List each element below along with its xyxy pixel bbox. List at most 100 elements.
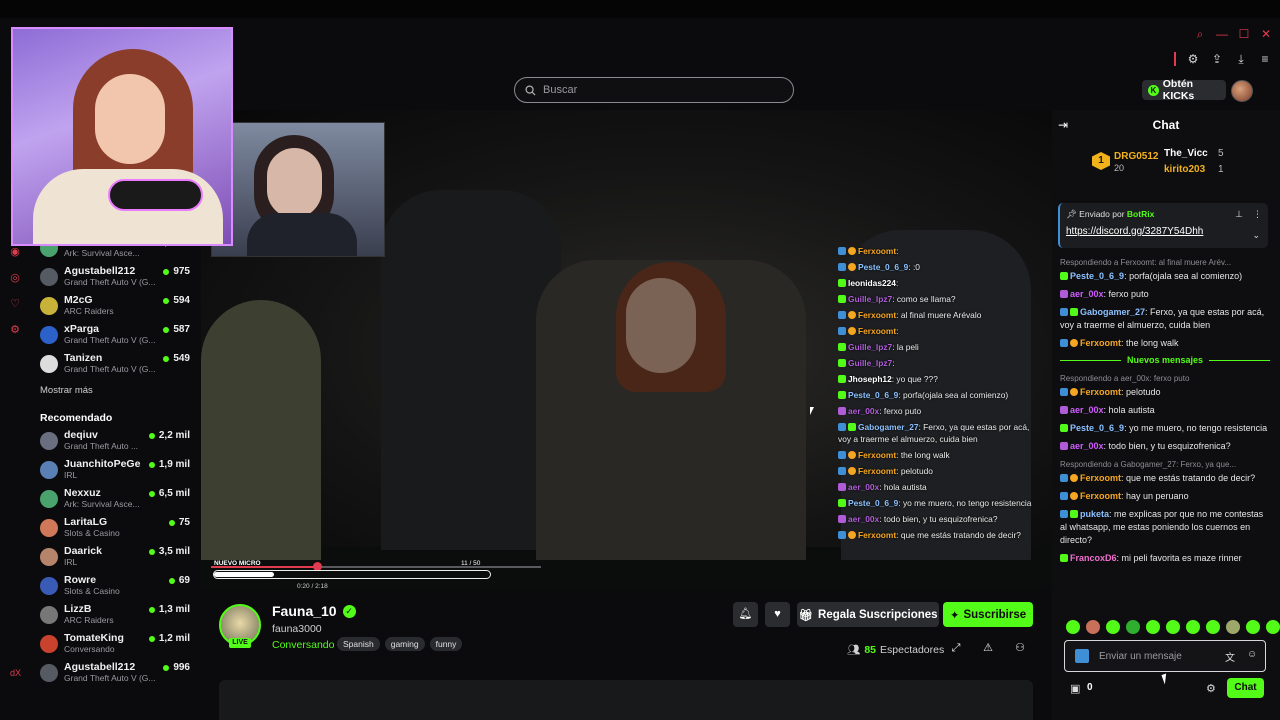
viewer-count: 594 [163, 295, 190, 306]
search-icon[interactable]: ⌕ [1194, 28, 1206, 40]
emote-icon[interactable] [1146, 620, 1160, 634]
points-icon[interactable]: ▣ [1070, 682, 1080, 695]
add-user-icon[interactable]: ⚇ [1014, 641, 1026, 655]
pinned-sender[interactable]: BotRix [1127, 209, 1154, 219]
sidebar-channel-item[interactable]: Daarick IRL 3,5 mil [40, 545, 190, 574]
leader-second-name[interactable]: The_Vicc [1164, 148, 1208, 159]
badge-icon [1070, 388, 1078, 396]
chat-input-box[interactable]: 文 ☺ [1064, 640, 1266, 672]
get-kicks-button[interactable]: K Obtén KICKs [1142, 78, 1226, 102]
overlay-chat-line: Peste_0_6_9: yo me muero, no tengo resis… [838, 497, 1038, 509]
emote-icon[interactable] [1266, 620, 1280, 634]
leader-third-name[interactable]: kirito203 [1164, 164, 1205, 175]
chat-username[interactable]: Gabogamer_27 [1080, 307, 1145, 317]
chat-username[interactable]: Ferxoomt [1080, 473, 1121, 483]
chevron-down-icon[interactable]: ⌄ [1252, 230, 1260, 241]
emote-icon[interactable] [1206, 620, 1220, 634]
channel-name[interactable]: Fauna_10 ✓ [272, 603, 356, 619]
report-icon[interactable]: ⚠ [982, 641, 994, 655]
close-icon[interactable]: ✕ [1260, 28, 1272, 40]
chat-username[interactable]: Peste_0_6_9 [1070, 271, 1124, 281]
emote-icon[interactable] [1066, 620, 1080, 634]
download-icon[interactable]: ⤓ [1234, 52, 1248, 66]
gear-icon[interactable]: ⚙ [8, 323, 22, 337]
chat-message: aer_00x: todo bien, y tu esquizofrenica? [1060, 440, 1270, 453]
maximize-icon[interactable]: ☐ [1238, 28, 1250, 40]
emote-icon[interactable] [1246, 620, 1260, 634]
reply-context[interactable]: Respondiendo a Ferxoomt: al final muere … [1060, 256, 1270, 269]
stream-category[interactable]: Conversando [272, 639, 334, 651]
tag-chip[interactable]: gaming [384, 637, 425, 651]
translate-icon[interactable]: 文 [1225, 649, 1235, 664]
sidebar-channel-item[interactable]: TomateKing Conversando 1,2 mil [40, 632, 190, 661]
sidebar-channel-item[interactable]: NexxuzArk: Survival Asce...6,5 mil [40, 487, 190, 516]
verified-icon: ✓ [342, 604, 356, 618]
show-more-link[interactable]: Mostrar más [40, 383, 190, 405]
sidebar-channel-item[interactable]: LaritaLG Slots & Casino 75 [40, 516, 190, 545]
play-icon[interactable]: ◉ [8, 245, 22, 259]
chat-username[interactable]: Peste_0_6_9 [1070, 423, 1124, 433]
emote-icon[interactable] [1106, 620, 1120, 634]
pinned-link[interactable]: https://discord.gg/3287Y54Dhh [1066, 226, 1203, 237]
search-input[interactable]: Buscar [543, 84, 577, 96]
sidebar-channel-item[interactable]: JuanchitoPeGe IRL 1,9 mil [40, 458, 190, 487]
badge-icon [848, 531, 856, 539]
chat-username[interactable]: aer_00x [1070, 405, 1104, 415]
chat-username[interactable]: aer_00x [1070, 441, 1104, 451]
chat-input[interactable] [1099, 649, 1219, 663]
chat-message: Respondiendo a Gabogamer_27: Ferxo, ya q… [1060, 458, 1270, 485]
sidebar-channel-item[interactable]: xParga Grand Theft Auto V (G... 587 [40, 323, 190, 352]
share-icon[interactable]: ⇪ [1210, 52, 1224, 66]
chat-message: Respondiendo a Ferxoomt: al final muere … [1060, 256, 1270, 283]
chat-username[interactable]: Ferxoomt [1080, 387, 1121, 397]
reply-context[interactable]: Respondiendo a aer_00x: ferxo puto [1060, 372, 1270, 385]
sidebar-channel-item[interactable]: Agustabell212 Grand Theft Auto V (G... 996 [40, 661, 190, 690]
collapse-chat-icon[interactable]: ⇥ [1058, 118, 1072, 132]
badge-icon [1060, 554, 1068, 562]
heart-icon[interactable]: ♡ [8, 297, 22, 311]
chat-username[interactable]: aer_00x [1070, 289, 1104, 299]
unpin-icon[interactable]: ⊥ [1235, 209, 1243, 220]
compass-icon[interactable]: ◎ [8, 271, 22, 285]
viewer-count: 1,3 mil [149, 604, 190, 615]
notifications-button[interactable]: 🔔︎ [733, 602, 758, 627]
emote-icon[interactable] [1226, 620, 1240, 634]
overlay-chat-line: aer_00x: todo bien, y tu esquizofrenica? [838, 513, 1038, 525]
subscribe-button[interactable]: ✦ Suscribirse [943, 602, 1033, 627]
more-icon[interactable]: ⋮ [1253, 209, 1262, 220]
recommended-heading: Recomendado [40, 412, 113, 424]
sidebar-channel-item[interactable]: Rowre Slots & Casino 69 [40, 574, 190, 603]
gift-subs-button[interactable]: 🎁︎ Regala Suscripciones [797, 602, 939, 627]
reply-context[interactable]: Respondiendo a Gabogamer_27: Ferxo, ya q… [1060, 458, 1270, 471]
follow-button[interactable]: ♥ [765, 602, 790, 627]
chat-settings-icon[interactable]: ⚙ [1206, 682, 1216, 695]
extensions-icon[interactable]: ⚙ [1186, 52, 1200, 66]
chat-username[interactable]: FrancoxD6 [1070, 553, 1117, 563]
sidebar-channel-item[interactable]: deqiuv Grand Theft Auto ... 2,2 mil [40, 429, 190, 458]
tag-chip[interactable]: Spanish [337, 637, 380, 651]
chat-username: Guille_lpz7 [848, 358, 893, 368]
chat-footer: ▣ 0 ⚙ Chat [1070, 678, 1270, 700]
menu-icon[interactable]: ≡ [1258, 52, 1272, 66]
emote-icon[interactable] [1086, 620, 1100, 634]
user-avatar[interactable] [1231, 80, 1253, 102]
share-icon[interactable]: ⤢ [950, 641, 962, 655]
send-chat-button[interactable]: Chat [1227, 678, 1264, 698]
chat-username[interactable]: Ferxoomt [1080, 338, 1121, 348]
emote-icon[interactable] [1166, 620, 1180, 634]
emote-icon[interactable] [1186, 620, 1200, 634]
sidebar-channel-item[interactable]: M2cG ARC Raiders 594 [40, 294, 190, 323]
chat-username: aer_00x [848, 514, 880, 524]
leader-first-name[interactable]: DRG0512 [1114, 151, 1158, 162]
chat-username[interactable]: Ferxoomt [1080, 491, 1121, 501]
minimize-icon[interactable]: — [1216, 28, 1228, 40]
sidebar-channel-item[interactable]: Agustabell212 Grand Theft Auto V (G... 975 [40, 265, 190, 294]
chat-username[interactable]: puketa [1080, 509, 1109, 519]
emote-icon[interactable] [1126, 620, 1140, 634]
tag-chip[interactable]: funny [429, 637, 463, 651]
sidebar-channel-item[interactable]: LizzB ARC Raiders 1,3 mil [40, 603, 190, 632]
search-bar[interactable]: Buscar [514, 77, 794, 103]
sidebar-channel-item[interactable]: Tanizen Grand Theft Auto V (G... 549 [40, 352, 190, 381]
badge-icon [1060, 272, 1068, 280]
emoji-icon[interactable]: ☺ [1247, 649, 1257, 660]
